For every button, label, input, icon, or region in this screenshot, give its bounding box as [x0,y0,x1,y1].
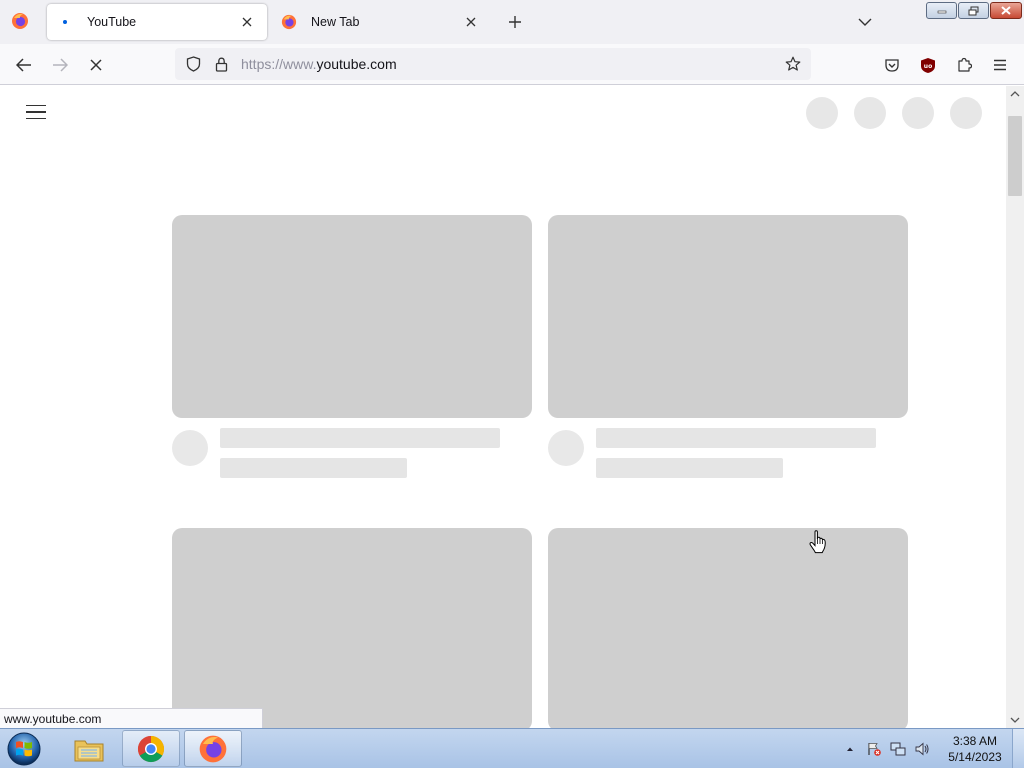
scroll-down-button[interactable] [1006,712,1024,728]
url-domain: youtube.com [316,56,397,72]
puzzle-piece-icon [958,57,972,72]
url-bar[interactable]: https://www.youtube.com [175,48,811,80]
firefox-view-button[interactable] [6,7,34,35]
video-title-placeholder [596,428,876,448]
extensions-button[interactable] [949,50,979,80]
navigation-toolbar: https://www.youtube.com uo [0,44,1024,85]
scroll-up-button[interactable] [1006,86,1024,102]
video-meta-placeholder [220,458,407,478]
hamburger-menu-icon [26,104,46,107]
stop-loading-button[interactable] [81,50,111,80]
show-hidden-icons-button[interactable] [842,741,858,757]
system-clock[interactable]: 3:38 AM 5/14/2023 [940,733,1010,765]
close-tab-button[interactable] [237,12,257,32]
masthead-button-placeholder [950,97,982,129]
video-thumbnail-placeholder [172,215,532,418]
loading-indicator-icon [57,14,73,30]
window-controls [926,2,1022,19]
video-thumbnail-placeholder [548,215,908,418]
minimize-button[interactable] [926,2,957,19]
video-thumbnail-placeholder [548,528,908,728]
close-icon [242,17,252,27]
scrollbar-thumb[interactable] [1008,116,1022,196]
channel-avatar-placeholder [172,430,208,466]
arrow-right-icon [53,58,68,72]
chevron-up-icon [1010,91,1020,97]
hamburger-menu-icon [994,59,1006,71]
masthead-button-placeholder [854,97,886,129]
star-icon [785,56,801,71]
ublock-origin-icon: uo [921,57,935,73]
close-tab-button[interactable] [461,12,481,32]
application-menu-button[interactable] [985,50,1015,80]
back-button[interactable] [9,50,39,80]
taskbar-mozilla-firefox[interactable] [184,730,242,767]
tab-new-tab[interactable]: New Tab [271,4,491,40]
arrow-left-icon [16,58,31,72]
plus-icon [509,16,521,28]
masthead-button-placeholder [806,97,838,129]
volume-icon[interactable] [914,741,930,757]
tab-title: New Tab [311,15,360,29]
close-icon [466,17,476,27]
tab-youtube[interactable]: YouTube [47,4,267,40]
channel-avatar-placeholder [548,430,584,466]
show-desktop-button[interactable] [1012,729,1024,768]
firefox-icon [199,735,227,762]
folder-icon [74,740,104,761]
close-icon [1001,6,1011,15]
close-window-button[interactable] [990,2,1022,19]
shield-icon[interactable] [179,50,207,78]
bookmark-star-button[interactable] [779,50,807,78]
network-icon[interactable] [890,741,906,757]
restore-button[interactable] [958,2,989,19]
chevron-up-icon [847,747,853,751]
windows-logo-icon [7,732,41,766]
new-tab-button[interactable] [502,9,528,35]
firefox-icon [281,14,297,30]
start-button[interactable] [4,730,44,768]
clock-date: 5/14/2023 [948,750,1002,764]
clock-time: 3:38 AM [952,734,998,748]
chrome-icon [137,735,165,762]
pocket-icon [885,58,899,72]
tab-title: YouTube [87,15,137,29]
lock-icon[interactable] [207,50,235,78]
firefox-icon [12,13,28,29]
notification-area [842,729,930,768]
vertical-scrollbar[interactable] [1006,86,1024,728]
tab-strip: YouTube New Tab [0,0,1024,44]
action-center-flag-icon[interactable] [866,741,882,757]
windows-taskbar: 3:38 AM 5/14/2023 [0,728,1024,768]
video-thumbnail-placeholder [172,528,532,728]
pocket-button[interactable] [877,50,907,80]
taskbar-google-chrome[interactable] [122,730,180,767]
close-icon [90,59,102,71]
list-all-tabs-button[interactable] [852,9,878,35]
masthead-button-placeholder [902,97,934,129]
video-title-placeholder [220,428,500,448]
url-prefix: https://www. [241,56,317,72]
chevron-down-icon [1010,717,1020,723]
ublock-origin-button[interactable]: uo [913,50,943,80]
chevron-down-icon [858,18,872,26]
svg-text:uo: uo [924,63,932,70]
link-status-tooltip: www.youtube.com [0,708,263,728]
minimize-icon [937,10,946,13]
web-content [0,86,1006,728]
url-text[interactable]: https://www.youtube.com [241,56,397,72]
hand-pointer-cursor-icon [809,530,826,554]
video-meta-placeholder [596,458,783,478]
masthead-buttons-skeleton [806,97,982,129]
guide-menu-button[interactable] [22,100,50,124]
restore-icon [968,6,978,15]
taskbar-windows-explorer[interactable] [60,730,118,767]
forward-button[interactable] [45,50,75,80]
